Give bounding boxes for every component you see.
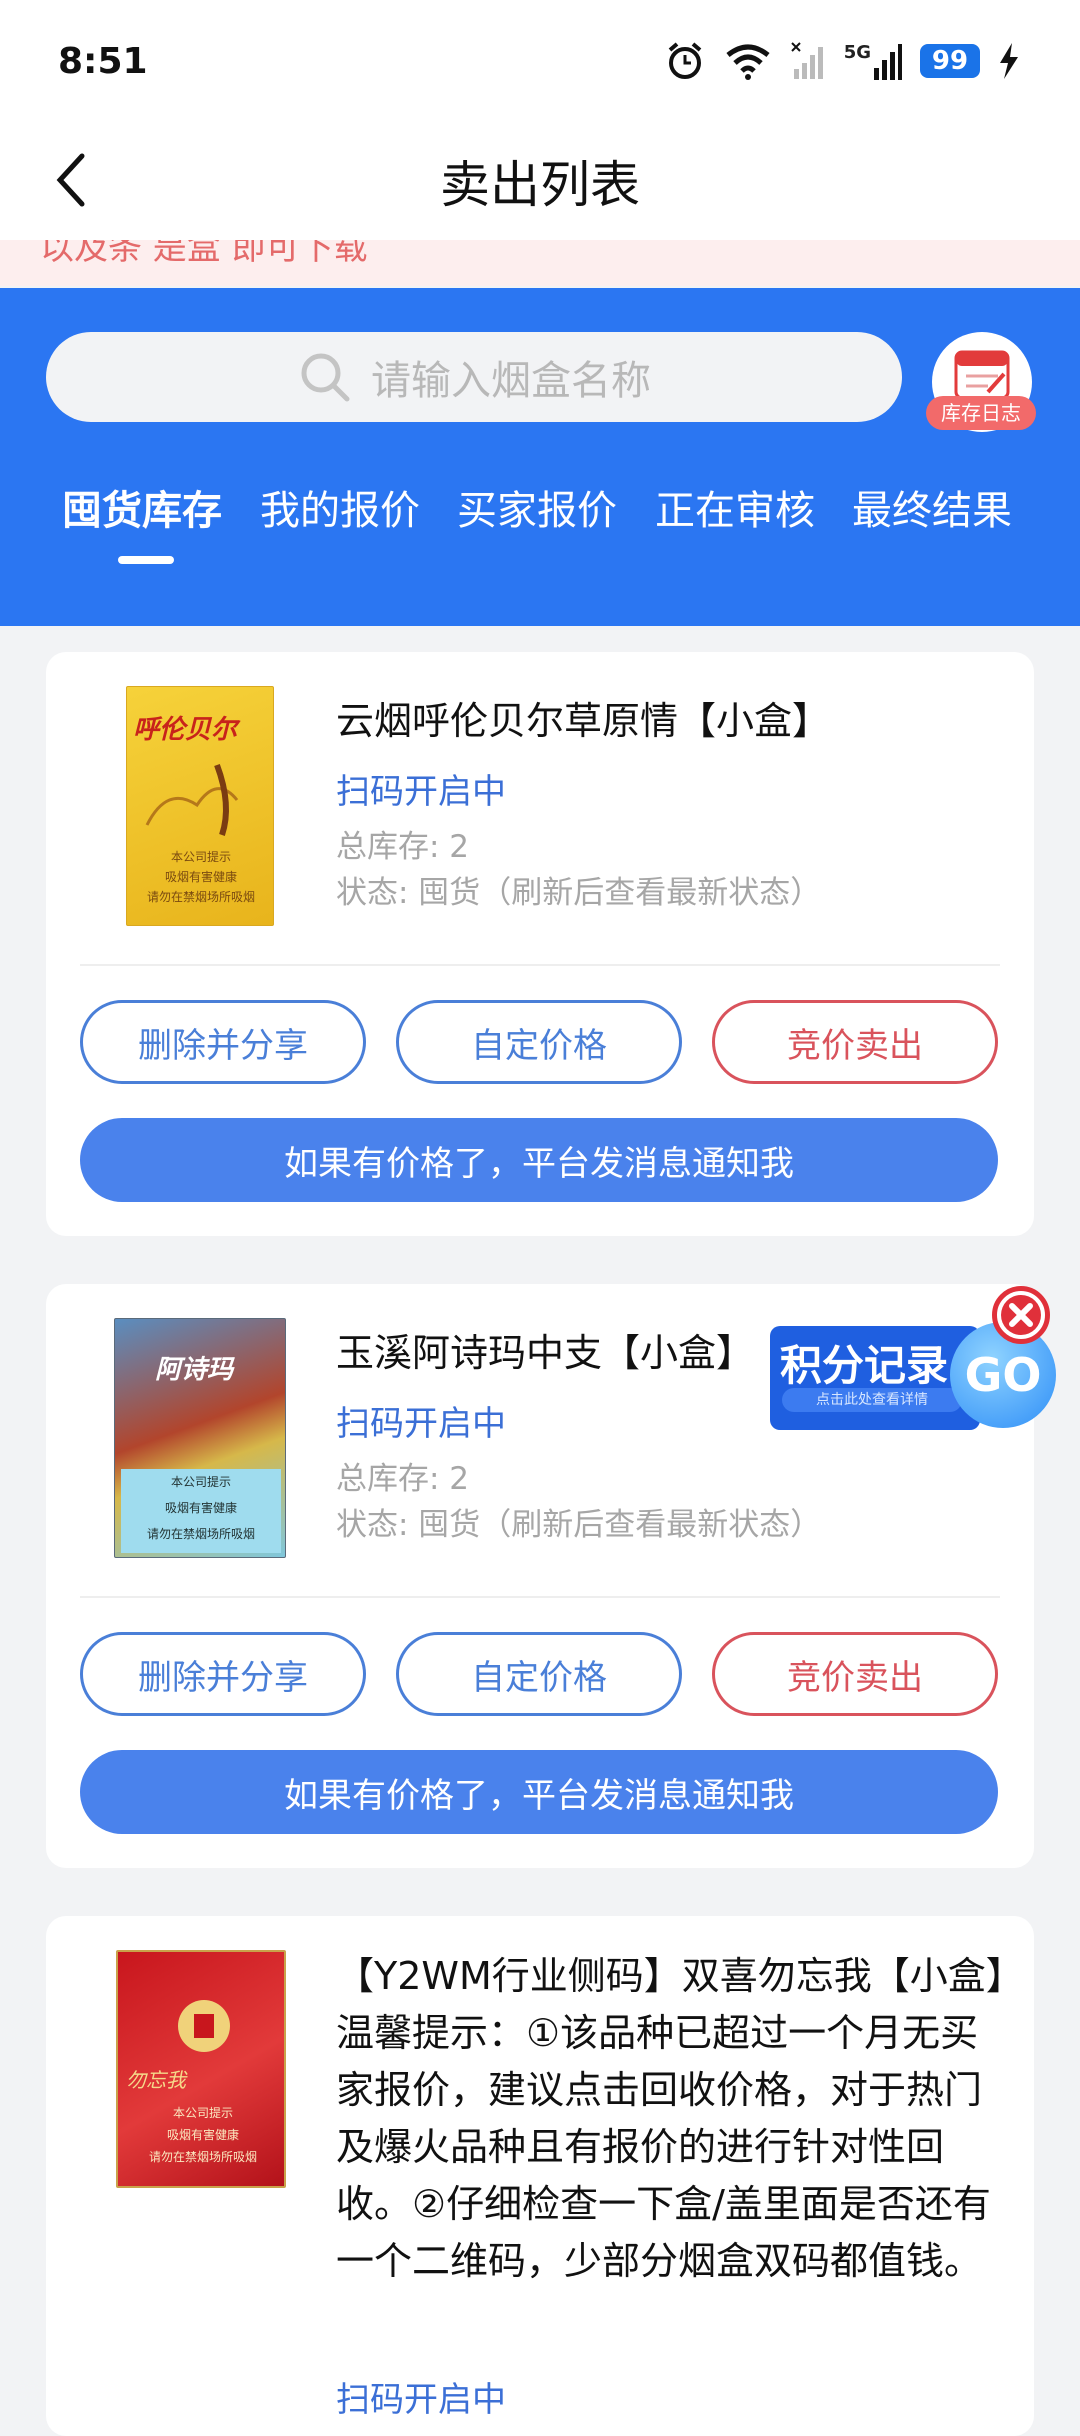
total-stock: 总库存: 2 [336,829,470,865]
custom-price-button[interactable]: 自定价格 [396,1632,682,1716]
status-bar: 8:51 5G 99 [0,0,1080,122]
header-panel: 请输入烟盒名称 库存日志 囤货库存 我的报价 买家报价 正在审核 最终结果 [0,288,1080,626]
box-brand-text: 阿诗玛 [155,1355,234,1385]
warning-line: 本公司提示 [172,2106,233,2120]
page-title: 卖出列表 [440,156,640,214]
back-arrow-icon[interactable] [46,150,106,210]
bid-sell-button[interactable]: 竞价卖出 [712,1632,998,1716]
alarm-icon [668,42,701,79]
delete-share-button[interactable]: 删除并分享 [80,1632,366,1716]
battery-indicator: 99 [920,44,980,78]
tab-stock[interactable]: 囤货库存 [62,478,222,536]
product-image: 勿忘我 本公司提示 吸烟有害健康 请勿在禁烟场所吸烟 [116,1950,286,2188]
warning-line: 吸烟有害健康 [164,870,237,884]
signal-5g-icon: 5G [844,42,902,80]
status-text: 状态: 囤货（刷新后查看最新状态） [336,875,822,911]
product-name: 【Y2WM行业侧码】双喜勿忘我【小盒】温馨提示：①该品种已超过一个月无买家报价，… [336,1954,1005,2283]
close-ad-button[interactable] [992,1286,1050,1344]
tab-indicator [118,556,174,564]
scan-status: 扫码开启中 [336,772,506,812]
stock-log-label: 库存日志 [926,396,1036,430]
charging-icon [1000,43,1018,79]
points-record-subtitle: 点击此处查看详情 [782,1388,962,1412]
notice-text: 以及条 是盒 即可下载 [40,240,368,268]
product-image: 呼伦贝尔 本公司提示 吸烟有害健康 请勿在禁烟场所吸烟 [126,686,274,926]
search-placeholder: 请输入烟盒名称 [371,358,651,404]
bid-sell-button[interactable]: 竞价卖出 [712,1000,998,1084]
warning-line: 请勿在禁烟场所吸烟 [146,1527,255,1541]
box-brand-text: 呼伦贝尔 [133,715,238,745]
warning-line: 吸烟有害健康 [164,1501,237,1515]
scan-status: 扫码开启中 [336,1404,506,1444]
scan-status: 扫码开启中 [336,2380,506,2420]
box-brand-text: 勿忘我 [126,2068,186,2092]
health-warning: 本公司提示 吸烟有害健康 请勿在禁烟场所吸烟 [127,847,275,907]
stock-log-button[interactable]: 库存日志 [926,332,1036,432]
tab-buyer-quotes[interactable]: 买家报价 [457,478,617,536]
stock-info: 总库存: 2 状态: 囤货（刷新后查看最新状态） [336,824,821,916]
total-stock: 总库存: 2 [336,1461,470,1497]
points-record-title: 积分记录 [780,1341,949,1390]
product-name: 云烟呼伦贝尔草原情【小盒】 [336,699,831,743]
status-text: 状态: 囤货（刷新后查看最新状态） [336,1507,822,1543]
wifi-icon [726,44,770,80]
horse-rider-illustration [145,763,239,836]
tab-final-result[interactable]: 最终结果 [852,478,1012,536]
search-input[interactable]: 请输入烟盒名称 [46,332,902,422]
product-name: 玉溪阿诗玛中支【小盒】 [336,1331,755,1375]
warning-line: 本公司提示 [170,1475,231,1489]
product-card: 勿忘我 本公司提示 吸烟有害健康 请勿在禁烟场所吸烟 【Y2WM行业侧码】双喜勿… [46,1916,1034,2436]
divider [80,1596,1000,1598]
notify-me-button[interactable]: 如果有价格了，平台发消息通知我 [80,1750,998,1834]
divider [80,964,1000,966]
warning-line: 本公司提示 [170,850,231,864]
delete-share-button[interactable]: 删除并分享 [80,1000,366,1084]
status-time: 8:51 [58,40,148,82]
network-type: 5G [843,42,871,63]
warning-line: 请勿在禁烟场所吸烟 [146,890,255,904]
product-card: 呼伦贝尔 本公司提示 吸烟有害健康 请勿在禁烟场所吸烟 云烟呼伦贝尔草原情【小盒… [46,652,1034,1236]
product-image: 阿诗玛 本公司提示 吸烟有害健康 请勿在禁烟场所吸烟 [114,1318,286,1558]
tab-bar: 囤货库存 我的报价 买家报价 正在审核 最终结果 [0,478,1080,558]
points-record-banner[interactable]: 积分记录 点击此处查看详情 [770,1326,980,1430]
stock-info: 总库存: 2 状态: 囤货（刷新后查看最新状态） [336,1456,821,1548]
notify-me-button[interactable]: 如果有价格了，平台发消息通知我 [80,1118,998,1202]
signal-sim1-icon [790,42,823,79]
tab-reviewing[interactable]: 正在审核 [655,478,815,536]
notice-banner: 以及条 是盒 即可下载 [0,240,1080,286]
calendar-icon [954,350,1010,400]
tab-my-quotes[interactable]: 我的报价 [260,478,420,536]
health-warning: 本公司提示 吸烟有害健康 请勿在禁烟场所吸烟 [121,1469,281,1553]
warning-line: 请勿在禁烟场所吸烟 [148,2150,257,2164]
nav-bar: 卖出列表 [0,122,1080,240]
health-warning: 本公司提示 吸烟有害健康 请勿在禁烟场所吸烟 [118,2102,288,2168]
warning-line: 吸烟有害健康 [166,2128,239,2142]
custom-price-button[interactable]: 自定价格 [396,1000,682,1084]
search-icon [301,353,350,402]
status-icons: 5G 99 [664,40,1020,82]
close-icon [1001,1295,1041,1335]
double-happiness-logo [178,2000,230,2052]
points-record-ad[interactable]: 积分记录 点击此处查看详情 GO [770,1286,1056,1436]
